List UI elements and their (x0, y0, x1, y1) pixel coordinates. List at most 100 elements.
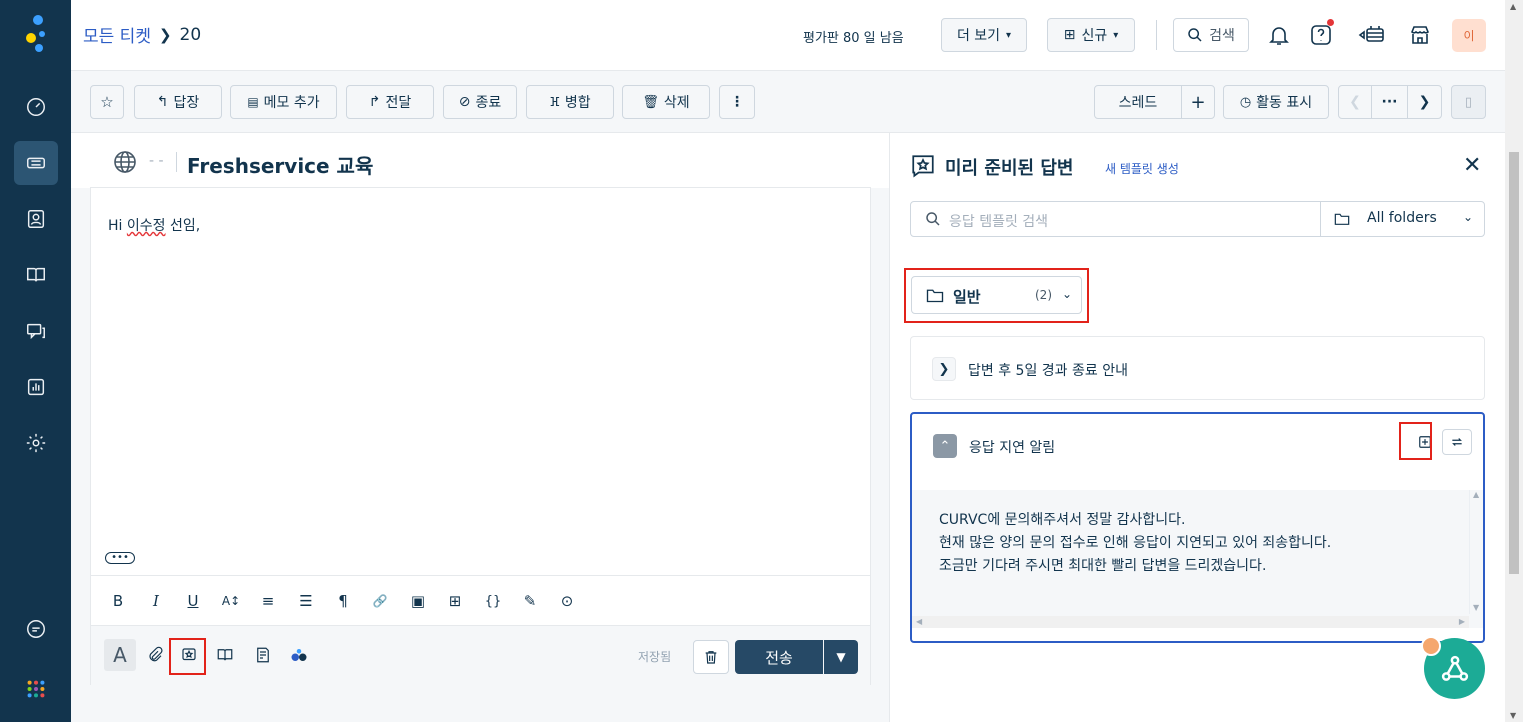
check-circle-icon: ⊘ (458, 94, 471, 110)
network-icon (1441, 655, 1468, 681)
template-search: 응답 템플릿 검색 All folders ⌄ (910, 201, 1485, 237)
star-icon: ☆ (100, 93, 114, 111)
collapse-chevron-icon[interactable]: ⌃ (933, 434, 957, 458)
scroll-down-icon: ▼ (1473, 603, 1480, 612)
solutions-button[interactable] (209, 639, 241, 671)
more-button[interactable]: 더 보기 ▾ (941, 18, 1027, 52)
notification-dot (1421, 636, 1441, 656)
dashboard-icon (27, 98, 45, 116)
merge-button[interactable]: ⴼ 병합 (526, 85, 614, 119)
sidebar-item-contacts[interactable] (14, 197, 58, 241)
freshdesk-logo-icon[interactable] (22, 14, 50, 54)
table-button[interactable]: ⊞ (444, 590, 466, 612)
replace-response-button[interactable] (1442, 429, 1472, 455)
show-activity-button[interactable]: ◷ 활동 표시 (1223, 85, 1329, 119)
chevron-down-icon: ▼ (836, 650, 846, 664)
text-format-icon: A (113, 643, 127, 667)
channels-icon (1358, 26, 1384, 42)
reply-editor[interactable]: Hi 이수정 선임, ••• B I U A↕ ≡ ☰ ¶ 🔗 ▣ ⊞ {} ✎… (90, 187, 871, 685)
sidebar-item-messages[interactable] (14, 607, 58, 651)
ellipsis-icon: ··· (1381, 94, 1398, 110)
reply-button[interactable]: ↰ 답장 (134, 85, 222, 119)
discard-draft-button[interactable] (693, 640, 729, 674)
scrollbar-thumb[interactable] (1509, 152, 1519, 574)
divider (176, 152, 177, 172)
sidebar-item-knowledge-base[interactable] (14, 253, 58, 297)
add-thread-button[interactable]: + (1181, 85, 1215, 119)
text-format-toggle[interactable]: A (104, 639, 136, 671)
sidebar-item-tickets[interactable] (14, 141, 58, 185)
contact-icon (27, 210, 45, 228)
scroll-right-icon: ▶ (1458, 617, 1465, 626)
channels-button[interactable] (1354, 20, 1390, 50)
attach-button[interactable] (139, 639, 171, 671)
code-button[interactable]: {} (482, 590, 504, 612)
search-input[interactable]: 응답 템플릿 검색 (949, 211, 1048, 231)
editor-content[interactable]: Hi 이수정 선임, (108, 215, 200, 235)
sidebar-item-settings[interactable] (14, 421, 58, 465)
expand-chevron-icon[interactable]: ❯ (932, 357, 956, 381)
show-quoted-text-button[interactable]: ••• (105, 552, 135, 564)
breadcrumb: 모든 티켓 ❯ 20 (83, 22, 201, 48)
folder-icon (1334, 213, 1350, 225)
scroll-down-icon: ▼ (1510, 711, 1517, 720)
freddy-ai-button[interactable] (283, 639, 315, 671)
avatar[interactable]: 이 (1452, 19, 1486, 52)
folder-filter-dropdown[interactable]: All folders ⌄ (1320, 202, 1485, 236)
more-actions-button[interactable]: ⋮ (719, 85, 755, 119)
gear-icon (26, 433, 46, 453)
sidebar-item-forums[interactable] (14, 309, 58, 353)
forward-button[interactable]: ↱ 전달 (346, 85, 434, 119)
add-note-button[interactable]: ▤ 메모 추가 (230, 85, 337, 119)
page-scrollbar[interactable]: ▲ ▼ (1505, 0, 1523, 722)
bullet-list-button[interactable]: ☰ (295, 590, 317, 612)
star-button[interactable]: ☆ (90, 85, 124, 119)
numbered-list-button[interactable]: ≡ (257, 590, 279, 612)
ticket-list-button[interactable]: ··· (1371, 85, 1408, 119)
font-size-button[interactable]: A↕ (220, 590, 242, 612)
template-button[interactable] (247, 639, 279, 671)
new-button[interactable]: ⊞ 신규 ▾ (1047, 18, 1135, 52)
thread-button[interactable]: 스레드 (1094, 85, 1182, 119)
link-button[interactable]: 🔗 (369, 590, 391, 612)
toggle-panel-button[interactable]: ▯ (1451, 85, 1486, 119)
send-button[interactable]: 전송 (735, 640, 823, 674)
next-ticket-button[interactable]: ❯ (1407, 85, 1442, 119)
store-icon (1411, 26, 1429, 44)
bell-icon (1269, 27, 1289, 45)
paragraph-button[interactable]: ¶ (332, 590, 354, 612)
reply-icon: ↰ (156, 94, 169, 110)
thread-label: 스레드 (1118, 95, 1158, 111)
preview-hscrollbar[interactable]: ◀ ▶ (912, 616, 1469, 628)
new-label: 신규 (1081, 28, 1108, 44)
close-icon[interactable]: ✕ (1463, 153, 1481, 178)
previous-ticket-button[interactable]: ❮ (1338, 85, 1372, 119)
search-button[interactable]: 검색 (1173, 18, 1249, 52)
close-ticket-button[interactable]: ⊘ 종료 (443, 85, 517, 119)
canned-response-item[interactable]: ❯ 답변 후 5일 경과 종료 안내 (910, 336, 1485, 400)
chat-icon (27, 323, 45, 340)
image-button[interactable]: ▣ (407, 590, 429, 612)
clear-format-button[interactable]: ✎ (519, 590, 541, 612)
sidebar-item-dashboard[interactable] (14, 85, 58, 129)
send-options-button[interactable]: ▼ (824, 640, 858, 674)
sidebar-item-apps[interactable] (14, 667, 58, 711)
italic-button[interactable]: I (145, 590, 167, 612)
new-template-link[interactable]: 새 템플릿 생성 (1105, 160, 1179, 177)
marketplace-button[interactable] (1405, 20, 1435, 50)
notifications-button[interactable] (1264, 20, 1294, 50)
bold-button[interactable]: B (107, 590, 129, 612)
editor-bottom-bar: A 저장됨 전송 ▼ (91, 625, 870, 685)
preview-scrollbar[interactable]: ▲ ▼ (1469, 490, 1483, 614)
ticket-icon (27, 157, 45, 169)
underline-button[interactable]: U (182, 590, 204, 612)
sidebar-item-reports[interactable] (14, 365, 58, 409)
spellcheck-button[interactable]: ⊙ (556, 590, 578, 612)
freddy-ai-icon (291, 649, 307, 661)
help-button[interactable] (1306, 19, 1336, 50)
breadcrumb-all-tickets[interactable]: 모든 티켓 (83, 22, 151, 47)
scroll-up-icon: ▲ (1473, 490, 1480, 499)
search-label: 검색 (1209, 28, 1235, 44)
activity-icon: ◷ (1239, 94, 1252, 110)
delete-button[interactable]: 🗑 삭제 (622, 85, 710, 119)
